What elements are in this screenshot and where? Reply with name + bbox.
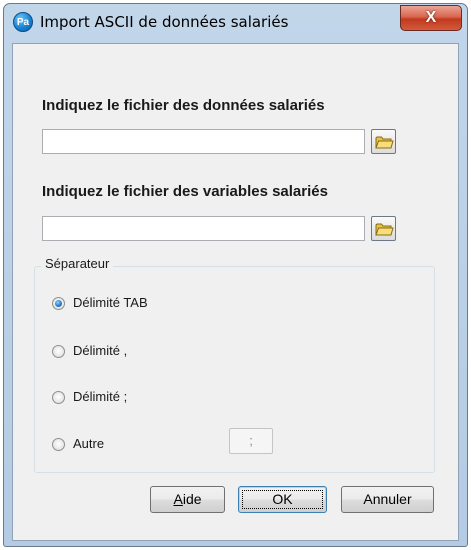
variables-file-input[interactable] — [42, 216, 365, 241]
data-file-browse-button[interactable] — [371, 129, 396, 154]
radio-delimite-tab[interactable] — [52, 297, 65, 310]
help-button-accel: A — [173, 491, 183, 507]
variables-file-label: Indiquez le fichier des variables salari… — [42, 183, 328, 200]
ok-button[interactable]: OK — [238, 486, 327, 513]
close-icon: X — [425, 9, 437, 26]
radio-delimite-comma[interactable] — [52, 345, 65, 358]
data-file-input[interactable] — [42, 129, 365, 154]
radio-label-delimite-semicolon[interactable]: Délimité ; — [73, 389, 127, 404]
focus-ring — [242, 490, 323, 509]
variables-file-browse-button[interactable] — [371, 216, 396, 241]
app-icon: Pa — [13, 12, 33, 32]
folder-icon — [375, 223, 394, 236]
cancel-button[interactable]: Annuler — [341, 486, 434, 513]
close-button[interactable]: X — [400, 5, 462, 31]
folder-icon — [375, 136, 394, 149]
separator-group-label: Séparateur — [41, 256, 114, 271]
data-file-label: Indiquez le fichier des données salariés — [42, 97, 325, 114]
radio-label-autre[interactable]: Autre — [73, 436, 104, 451]
radio-delimite-semicolon[interactable] — [52, 391, 65, 404]
window-title: Import ASCII de données salariés — [40, 13, 289, 31]
radio-label-delimite-comma[interactable]: Délimité , — [73, 343, 127, 358]
title-bar[interactable]: Pa Import ASCII de données salariés X — [4, 4, 467, 32]
radio-autre[interactable] — [52, 438, 65, 451]
radio-label-delimite-tab[interactable]: Délimité TAB — [73, 295, 148, 310]
cancel-button-label: Annuler — [363, 491, 412, 507]
help-button[interactable]: Aide — [150, 486, 225, 513]
help-button-label: ide — [182, 491, 202, 507]
other-separator-input[interactable]: ; — [229, 428, 273, 454]
